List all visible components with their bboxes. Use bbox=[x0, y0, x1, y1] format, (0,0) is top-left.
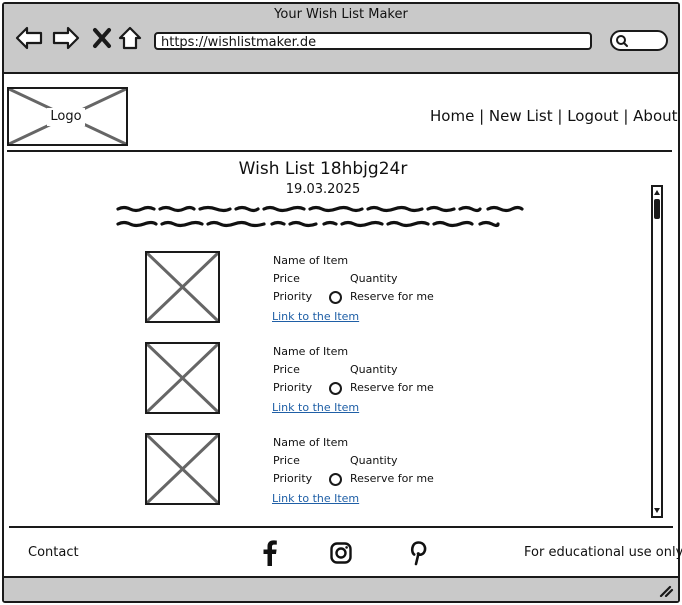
item-price: Price bbox=[273, 272, 300, 285]
footer-note: For educational use only bbox=[524, 545, 682, 560]
reserve-radio[interactable] bbox=[329, 291, 342, 304]
item-quantity: Quantity bbox=[350, 454, 398, 467]
instagram-link[interactable] bbox=[330, 542, 352, 568]
reserve-label: Reserve for me bbox=[350, 290, 434, 303]
item-image bbox=[145, 433, 220, 505]
browser-search-button[interactable] bbox=[610, 30, 668, 51]
item-image bbox=[145, 251, 220, 323]
back-arrow-icon bbox=[15, 26, 43, 50]
contact-link[interactable]: Contact bbox=[28, 545, 79, 560]
item-priority: Priority bbox=[273, 290, 313, 303]
window-title: Your Wish List Maker bbox=[274, 7, 408, 22]
forward-arrow-icon bbox=[52, 26, 80, 50]
item-priority: Priority bbox=[273, 381, 313, 394]
scrollbar-graphic bbox=[654, 190, 660, 513]
item-price: Price bbox=[273, 363, 300, 376]
page-title: Wish List 18hbjg24r bbox=[238, 159, 408, 179]
list-item bbox=[145, 433, 220, 505]
logo-label: Logo bbox=[47, 108, 85, 126]
forward-button[interactable] bbox=[52, 24, 80, 52]
stop-button[interactable] bbox=[88, 24, 116, 52]
nav-new-list[interactable]: New List bbox=[489, 107, 553, 125]
pinterest-link[interactable] bbox=[408, 540, 428, 570]
nav-separator: | bbox=[618, 107, 634, 125]
close-icon bbox=[93, 28, 111, 48]
redacted-description bbox=[116, 205, 524, 228]
nav-about[interactable]: About bbox=[633, 107, 677, 125]
scrollbar[interactable] bbox=[651, 185, 663, 518]
image-placeholder-icon bbox=[145, 251, 220, 323]
list-date: 19.03.2025 bbox=[285, 182, 361, 197]
main-nav: Home | New List | Logout | About bbox=[430, 107, 678, 125]
address-bar[interactable]: https://wishlistmaker.de bbox=[154, 32, 592, 50]
item-name: Name of Item bbox=[273, 436, 349, 449]
item-name: Name of Item bbox=[273, 254, 349, 267]
item-name: Name of Item bbox=[273, 345, 349, 358]
reserve-label: Reserve for me bbox=[350, 381, 434, 394]
facebook-link[interactable] bbox=[262, 540, 278, 570]
image-placeholder-icon bbox=[145, 433, 220, 505]
item-link[interactable]: Link to the Item bbox=[272, 492, 359, 505]
facebook-icon bbox=[263, 540, 277, 566]
list-item bbox=[145, 251, 220, 323]
image-placeholder-icon bbox=[145, 342, 220, 414]
reserve-radio[interactable] bbox=[329, 382, 342, 395]
search-icon bbox=[616, 35, 628, 47]
item-image bbox=[145, 342, 220, 414]
footer-divider bbox=[9, 526, 673, 528]
instagram-icon bbox=[330, 542, 352, 564]
item-price: Price bbox=[273, 454, 300, 467]
pinterest-icon bbox=[410, 541, 427, 566]
item-quantity: Quantity bbox=[350, 272, 398, 285]
nav-home[interactable]: Home bbox=[430, 107, 474, 125]
reserve-label: Reserve for me bbox=[350, 472, 434, 485]
item-priority: Priority bbox=[273, 472, 313, 485]
list-item bbox=[145, 342, 220, 414]
status-bar bbox=[4, 576, 678, 601]
resize-grip-icon[interactable] bbox=[658, 585, 674, 597]
reserve-radio[interactable] bbox=[329, 473, 342, 486]
home-icon bbox=[118, 26, 142, 50]
home-button[interactable] bbox=[116, 24, 144, 52]
nav-separator: | bbox=[552, 107, 568, 125]
item-link[interactable]: Link to the Item bbox=[272, 401, 359, 414]
header-divider bbox=[7, 150, 672, 152]
item-link[interactable]: Link to the Item bbox=[272, 310, 359, 323]
nav-logout[interactable]: Logout bbox=[567, 107, 618, 125]
nav-separator: | bbox=[474, 107, 489, 125]
item-quantity: Quantity bbox=[350, 363, 398, 376]
back-button[interactable] bbox=[15, 24, 43, 52]
